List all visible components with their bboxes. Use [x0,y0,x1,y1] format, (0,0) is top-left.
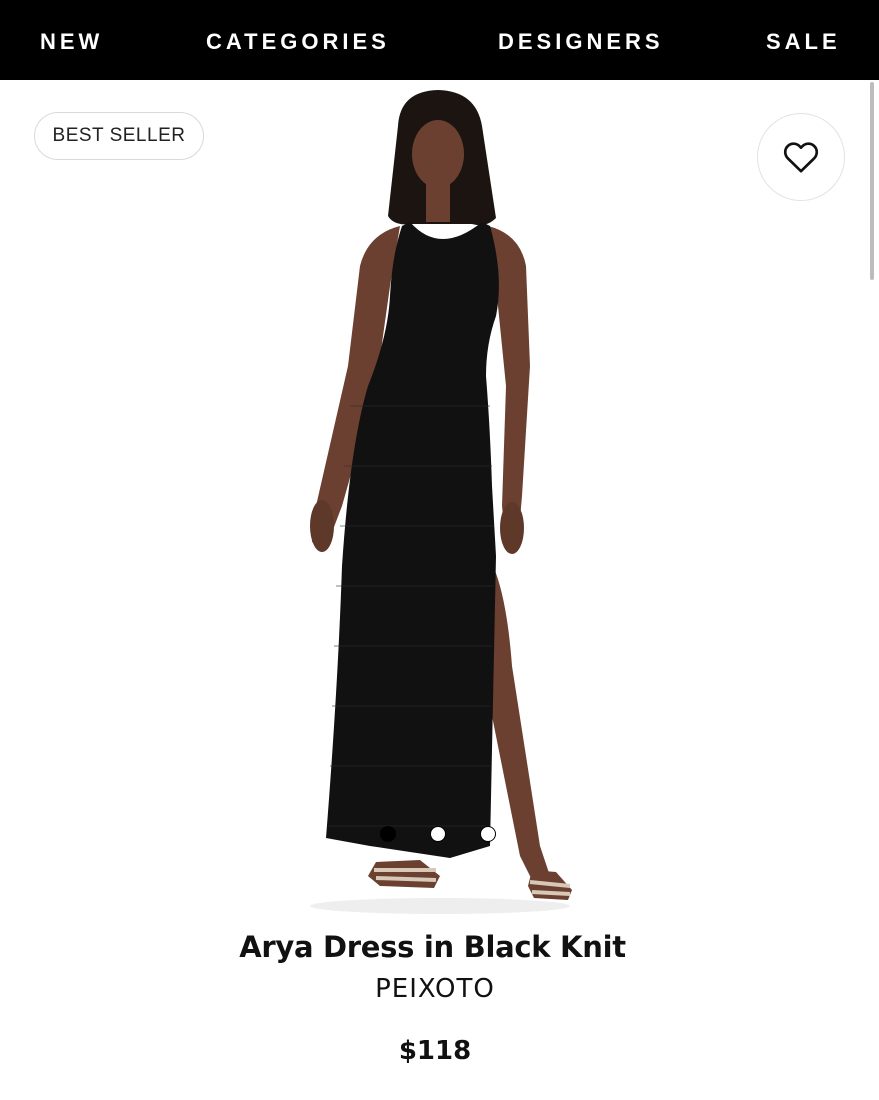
favorite-button[interactable] [757,113,845,201]
product-price: $118 [398,1036,472,1066]
scrollbar-thumb[interactable] [870,82,874,280]
nav-item-new[interactable]: NEW [40,0,103,80]
top-nav: NEW CATEGORIES DESIGNERS SALE [0,0,879,80]
product-title[interactable]: Arya Dress in Black Knit [0,930,865,964]
carousel-dot-2[interactable] [430,826,446,842]
nav-item-categories[interactable]: CATEGORIES [206,0,390,80]
nav-item-designers[interactable]: DESIGNERS [498,0,664,80]
product-image[interactable] [250,86,630,916]
best-seller-badge: BEST SELLER [34,112,204,160]
product-brand[interactable]: PEIXOTO [0,974,870,1004]
nav-item-sale[interactable]: SALE [766,0,841,80]
heart-icon [783,142,819,173]
carousel-dot-1[interactable] [380,826,396,842]
carousel-dot-3[interactable] [480,826,496,842]
